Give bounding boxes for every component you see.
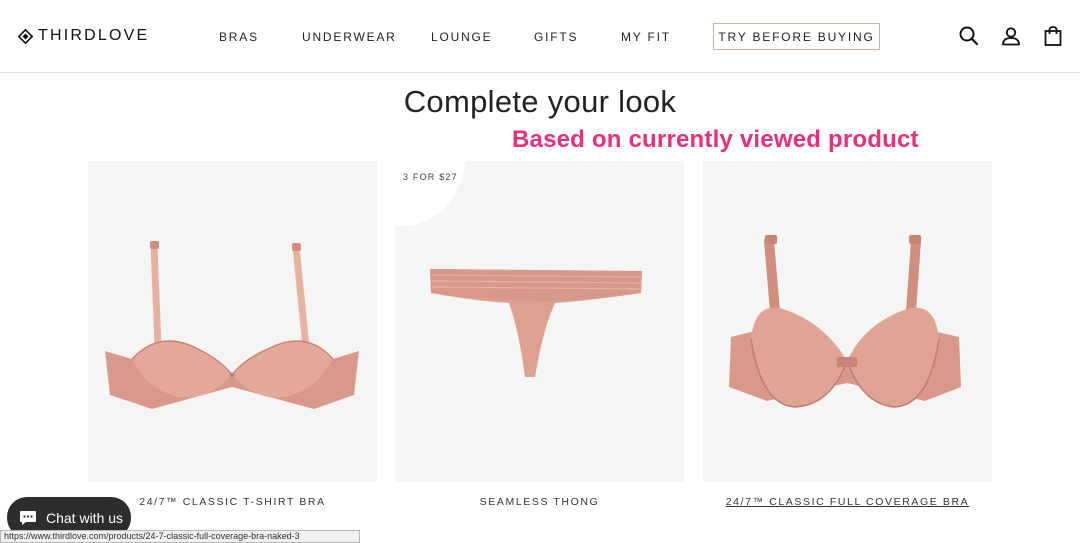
product-card[interactable] xyxy=(703,161,992,482)
nav-gifts[interactable]: GIFTS xyxy=(534,30,578,44)
chat-bubble-icon xyxy=(20,510,36,525)
chat-label: Chat with us xyxy=(46,509,124,526)
diamond-logo-icon xyxy=(18,28,33,44)
brand-name: THIRDLOVE xyxy=(38,27,150,44)
annotation-label: Based on currently viewed product xyxy=(512,126,919,153)
nav-lounge[interactable]: LOUNGE xyxy=(431,30,492,44)
account-icon[interactable] xyxy=(1000,25,1022,47)
section-title: Complete your look xyxy=(403,84,677,119)
site-header: THIRDLOVE BRAS UNDERWEAR LOUNGE GIFTS MY… xyxy=(0,0,1080,73)
search-icon[interactable] xyxy=(958,25,980,47)
product-name[interactable]: SEAMLESS THONG xyxy=(395,496,684,508)
nav-underwear[interactable]: UNDERWEAR xyxy=(302,30,397,44)
nav-my-fit[interactable]: MY FIT xyxy=(621,30,671,44)
full-coverage-bra-image xyxy=(729,235,961,408)
product-name[interactable]: 24/7™ CLASSIC T-SHIRT BRA xyxy=(88,496,377,508)
product-card[interactable] xyxy=(88,161,377,482)
shopping-bag-icon[interactable] xyxy=(1042,25,1064,47)
browser-status-bar: https://www.thirdlove.com/products/24-7-… xyxy=(0,530,360,543)
try-before-buying-button[interactable]: TRY BEFORE BUYING xyxy=(713,23,880,50)
product-card[interactable]: 3 FOR $27 xyxy=(395,161,684,482)
tshirt-bra-image xyxy=(105,241,359,409)
brand-logo[interactable]: THIRDLOVE xyxy=(18,25,149,47)
nav-bras[interactable]: BRAS xyxy=(219,30,259,44)
product-name[interactable]: 24/7™ CLASSIC FULL COVERAGE BRA xyxy=(703,496,992,508)
promo-badge: 3 FOR $27 xyxy=(403,172,458,182)
